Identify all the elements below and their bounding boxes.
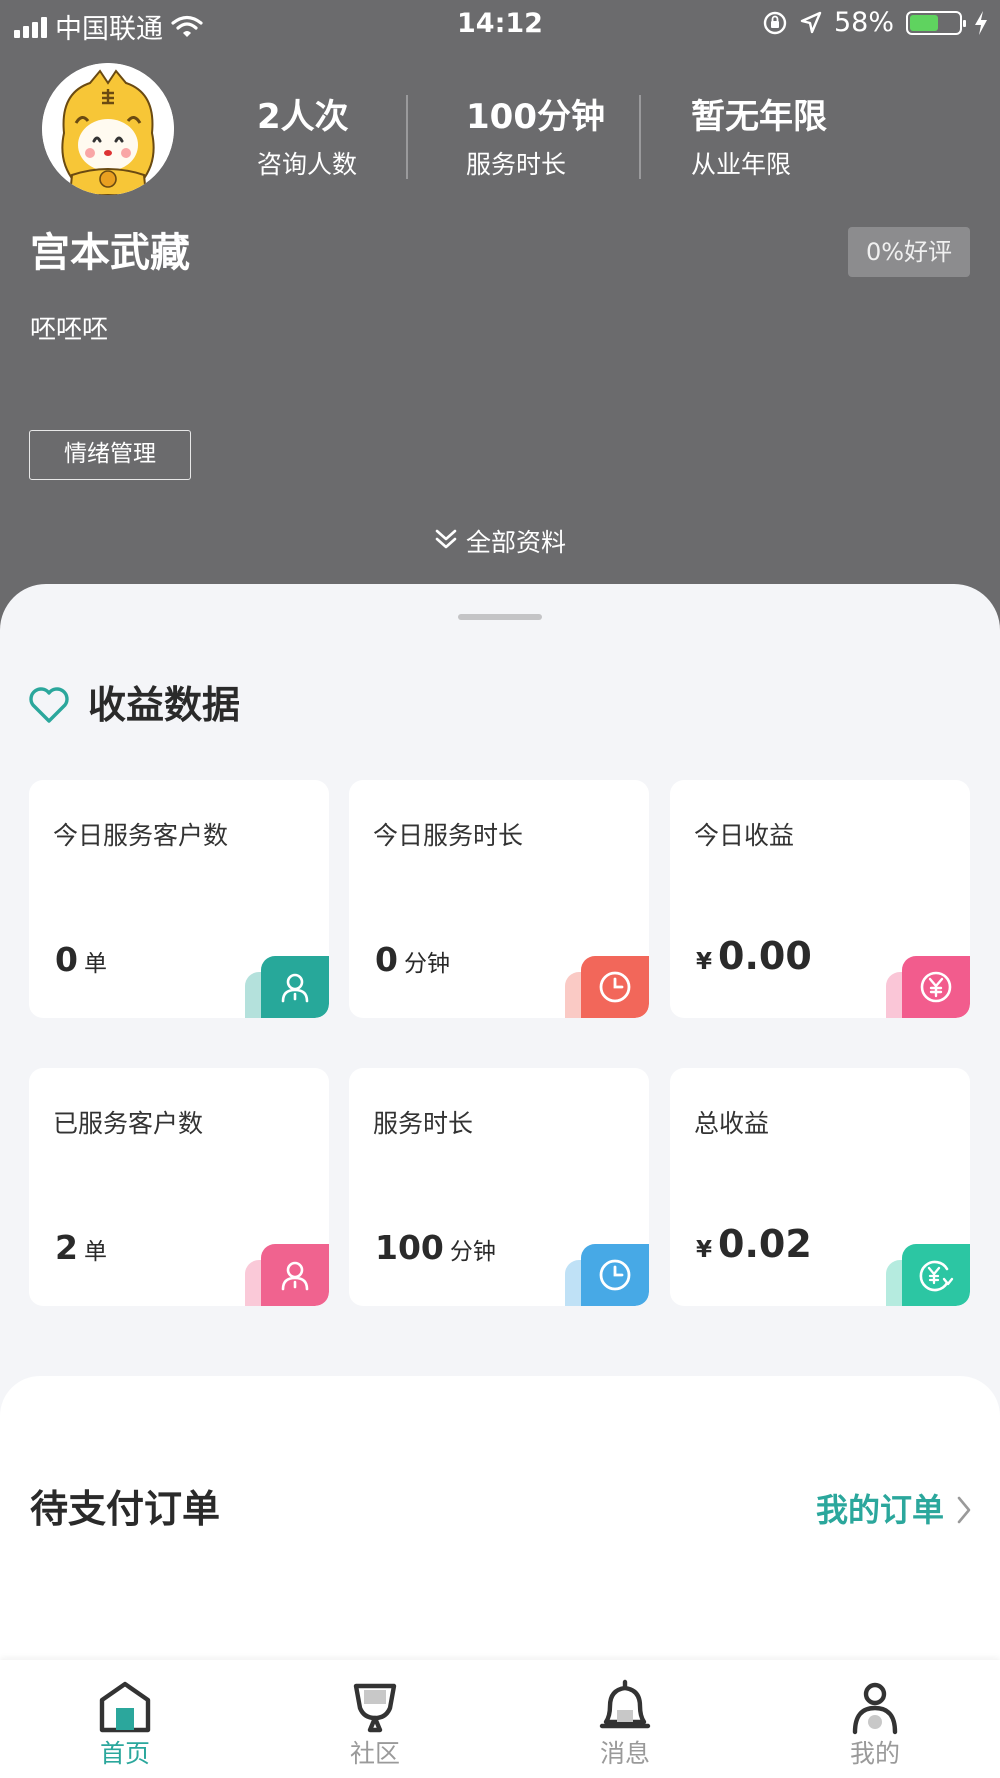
card-value: ¥0.00 — [696, 934, 812, 978]
tab-messages[interactable]: 消息 — [500, 1660, 750, 1778]
card-value: 0单 — [55, 940, 107, 979]
card-number: 0.00 — [718, 934, 812, 978]
card-label: 今日服务客户数 — [53, 821, 229, 850]
stat-divider — [406, 95, 408, 179]
profile-header: 中国联通 14:12 58% 2人次 咨询人数 100分钟 服务时长 暂无年限 … — [0, 0, 1000, 640]
card-number: 0.02 — [718, 1222, 812, 1266]
yen-coin-icon — [902, 956, 970, 1018]
card-value: 100 分钟 — [375, 1228, 496, 1267]
tab-community[interactable]: 社区 — [250, 1660, 500, 1778]
stat-label: 服务时长 — [466, 150, 567, 179]
stat-value: 100分钟 — [466, 97, 605, 137]
card-value: ¥0.02 — [696, 1222, 812, 1266]
show-all-profile-label: 全部资料 — [465, 528, 566, 557]
specialty-tag[interactable]: 情绪管理 — [29, 430, 191, 480]
community-icon — [353, 1683, 397, 1733]
card-number: 2 — [55, 1228, 78, 1267]
location-icon — [800, 11, 822, 33]
card-number: 0 — [375, 940, 398, 979]
battery-level-fill — [910, 14, 938, 31]
card-number: 0 — [55, 940, 78, 979]
tab-label: 首页 — [99, 1739, 150, 1768]
clock-icon — [581, 1244, 649, 1306]
tab-me[interactable]: 我的 — [750, 1660, 1000, 1778]
my-orders-link[interactable]: 我的订单 — [816, 1488, 972, 1532]
card-label: 今日服务时长 — [373, 821, 524, 850]
stat-card-today-clients[interactable]: 今日服务客户数 0单 — [29, 780, 329, 1018]
card-unit: 单 — [83, 951, 107, 977]
battery-icon — [906, 10, 966, 35]
avatar[interactable] — [42, 63, 174, 195]
user-icon — [261, 956, 329, 1018]
card-label: 今日收益 — [694, 821, 795, 850]
bottom-tab-bar: 首页 社区 消息 我的 — [0, 1660, 1000, 1778]
card-unit: 分钟 — [449, 1239, 496, 1265]
pending-orders-title: 待支付订单 — [30, 1487, 221, 1531]
stat-card-total-clients[interactable]: 已服务客户数 2单 — [29, 1068, 329, 1306]
stat-card-today-income[interactable]: 今日收益 ¥0.00 — [670, 780, 970, 1018]
drag-handle[interactable] — [458, 614, 542, 620]
heart-icon — [29, 687, 69, 723]
double-chevron-down-icon — [434, 523, 458, 563]
stat-label: 从业年限 — [691, 150, 792, 179]
status-bar: 中国联通 14:12 58% — [0, 0, 1000, 50]
stat-label: 咨询人数 — [257, 150, 358, 179]
currency-symbol: ¥ — [696, 949, 713, 975]
card-unit: 单 — [83, 1239, 107, 1265]
rating-badge: 0%好评 — [848, 227, 970, 277]
card-unit: 分钟 — [403, 951, 450, 977]
stat-value: 暂无年限 — [691, 97, 827, 137]
stat-value: 2人次 — [257, 97, 349, 137]
card-value: 2单 — [55, 1228, 107, 1267]
card-value: 0 分钟 — [375, 940, 450, 979]
tab-label: 社区 — [349, 1739, 400, 1768]
person-icon — [852, 1682, 898, 1735]
card-label: 总收益 — [694, 1109, 770, 1138]
stat-service-duration: 100分钟 服务时长 — [466, 95, 605, 185]
orientation-lock-icon — [763, 11, 787, 34]
my-orders-label: 我的订单 — [815, 1491, 944, 1529]
card-label: 服务时长 — [373, 1109, 474, 1138]
profile-bio: 呸呸呸 — [30, 315, 109, 345]
stat-consult-count: 2人次 咨询人数 — [257, 95, 357, 185]
card-number: 100 — [375, 1228, 444, 1267]
earnings-title: 收益数据 — [88, 683, 241, 727]
earnings-header: 收益数据 — [28, 680, 240, 730]
bell-icon — [599, 1679, 651, 1729]
currency-symbol: ¥ — [696, 1237, 713, 1263]
charging-icon — [975, 10, 987, 35]
stat-divider — [639, 95, 641, 179]
stat-card-total-income[interactable]: 总收益 ¥0.02 — [670, 1068, 970, 1306]
tab-label: 消息 — [599, 1739, 650, 1768]
tab-home[interactable]: 首页 — [0, 1660, 250, 1778]
show-all-profile-button[interactable]: 全部资料 — [0, 522, 1000, 563]
tab-label: 我的 — [849, 1739, 900, 1768]
clock-icon — [581, 956, 649, 1018]
profile-name: 宫本武藏 — [30, 230, 190, 276]
tiger-avatar-illustration — [42, 63, 174, 195]
card-label: 已服务客户数 — [53, 1109, 204, 1138]
user-icon — [261, 1244, 329, 1306]
battery-percent: 58% — [833, 7, 894, 38]
stat-card-today-duration[interactable]: 今日服务时长 0 分钟 — [349, 780, 649, 1018]
yen-refresh-icon — [902, 1244, 970, 1306]
stat-years: 暂无年限 从业年限 — [691, 95, 827, 185]
chevron-right-icon — [957, 1496, 971, 1524]
home-icon — [99, 1681, 151, 1733]
stat-card-total-duration[interactable]: 服务时长 100 分钟 — [349, 1068, 649, 1306]
